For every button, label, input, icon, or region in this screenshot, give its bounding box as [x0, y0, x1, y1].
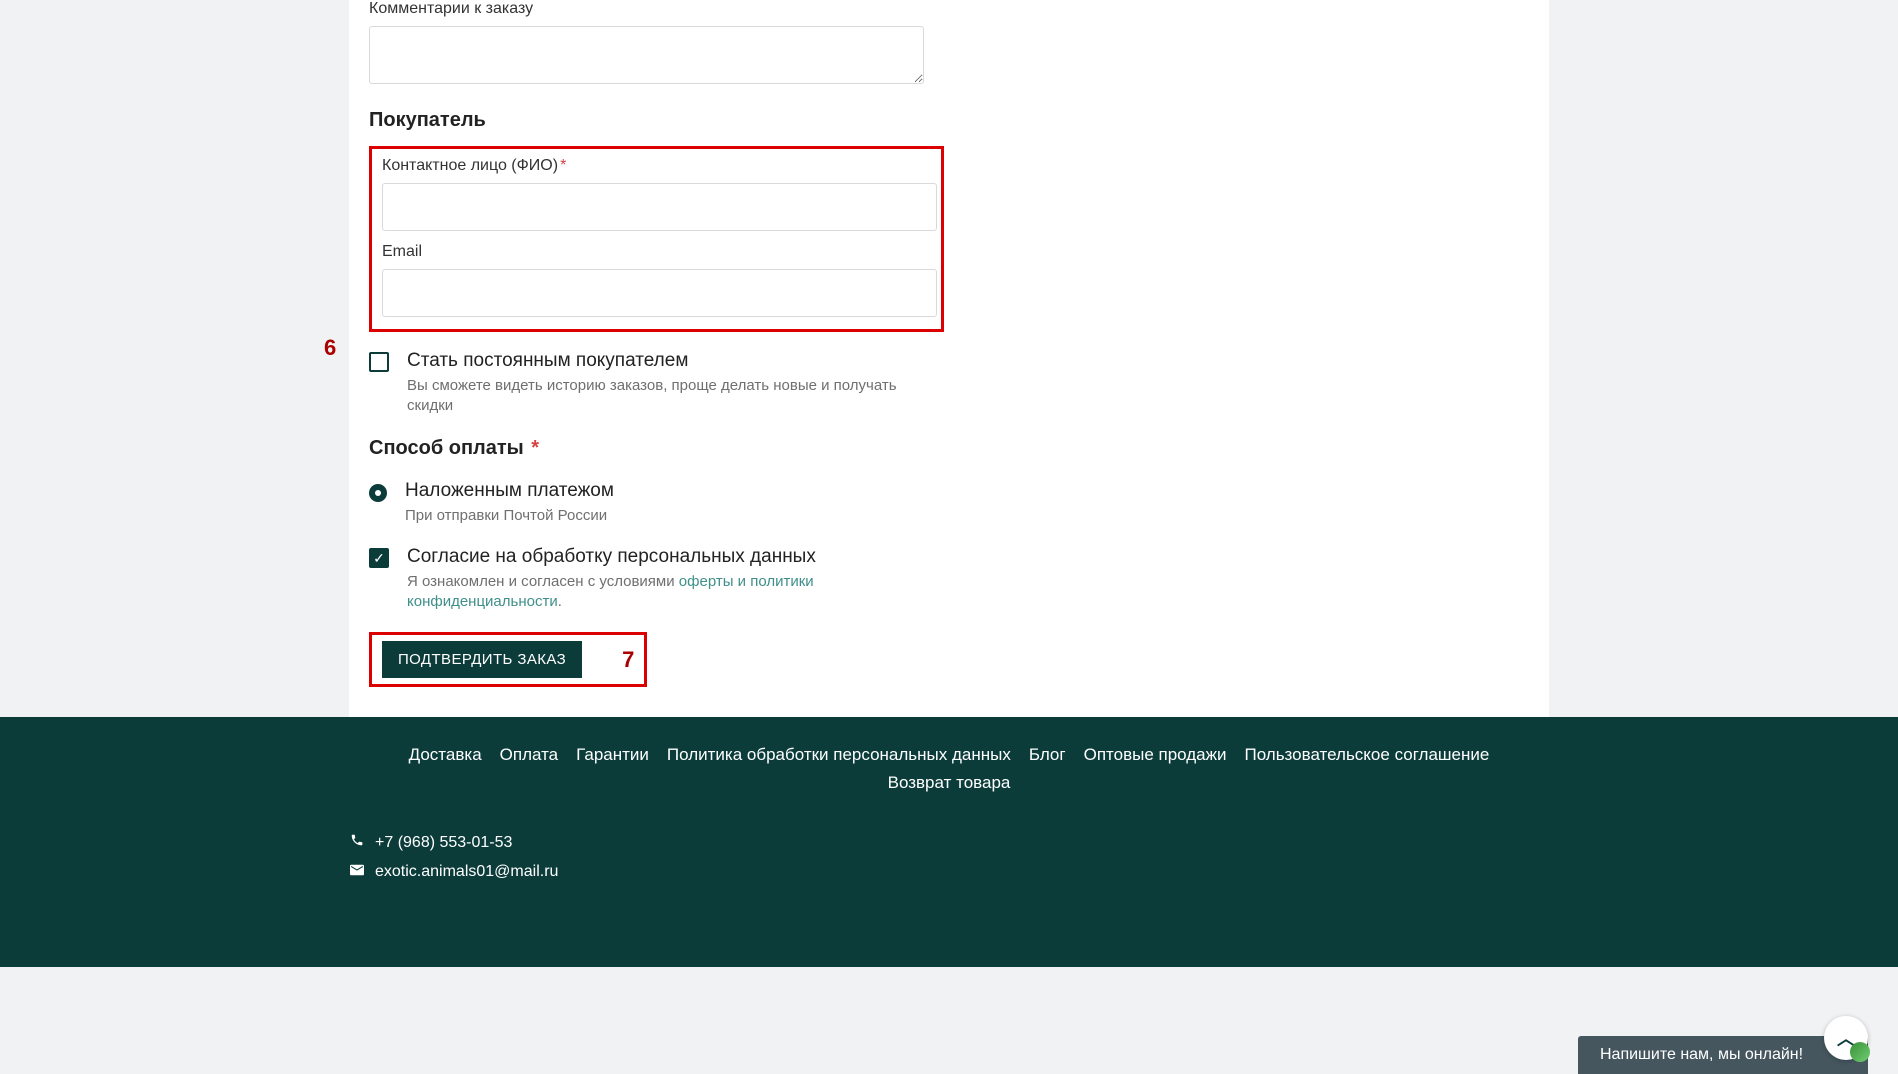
contact-name-label-text: Контактное лицо (ФИО) — [382, 157, 558, 174]
footer-links: Доставка Оплата Гарантии Политика обрабо… — [349, 745, 1549, 793]
become-regular-title: Стать постоянным покупателем — [407, 350, 907, 372]
footer-phone[interactable]: +7 (968) 553-01-53 — [375, 829, 512, 858]
radio-dot-icon — [375, 490, 381, 496]
phone-icon — [349, 829, 365, 858]
check-icon: ✓ — [373, 551, 385, 565]
footer-link-returns[interactable]: Возврат товара — [888, 773, 1011, 793]
footer-email[interactable]: exotic.animals01@mail.ru — [375, 858, 558, 887]
annotation-box-7: ПОДТВЕРДИТЬ ЗАКАЗ 7 — [369, 632, 647, 687]
footer-link-payment[interactable]: Оплата — [500, 745, 558, 765]
payment-cod-radio[interactable] — [369, 484, 387, 502]
required-asterisk: * — [531, 437, 539, 459]
comments-input[interactable] — [369, 26, 924, 84]
scroll-top-button[interactable]: ︿ — [1824, 1016, 1868, 1060]
required-asterisk: * — [560, 157, 566, 174]
become-regular-checkbox[interactable] — [369, 352, 389, 372]
footer: Доставка Оплата Гарантии Политика обрабо… — [0, 717, 1898, 967]
footer-link-delivery[interactable]: Доставка — [409, 745, 482, 765]
footer-link-wholesale[interactable]: Оптовые продажи — [1084, 745, 1227, 765]
annotation-number-7: 7 — [622, 647, 634, 673]
footer-link-agreement[interactable]: Пользовательское соглашение — [1244, 745, 1489, 765]
consent-checkbox[interactable]: ✓ — [369, 548, 389, 568]
payment-heading-text: Способ оплаты — [369, 437, 524, 459]
buyer-heading: Покупатель — [369, 109, 944, 132]
email-label: Email — [382, 243, 931, 261]
email-input[interactable] — [382, 269, 937, 317]
consent-suffix: . — [558, 593, 562, 610]
payment-heading: Способ оплаты * — [369, 437, 944, 460]
submit-order-button[interactable]: ПОДТВЕРДИТЬ ЗАКАЗ — [382, 641, 582, 678]
footer-link-privacy[interactable]: Политика обработки персональных данных — [667, 745, 1011, 765]
mail-icon — [349, 858, 365, 887]
footer-link-blog[interactable]: Блог — [1029, 745, 1066, 765]
annotation-number-6: 6 — [324, 335, 336, 361]
chat-label: Напишите нам, мы онлайн! — [1600, 1046, 1803, 1063]
annotation-box-6: 6 Контактное лицо (ФИО)* Email — [369, 146, 944, 332]
consent-title: Согласие на обработку персональных данны… — [407, 546, 907, 568]
become-regular-desc: Вы сможете видеть историю заказов, проще… — [407, 376, 907, 417]
consent-prefix: Я ознакомлен и согласен с условиями — [407, 573, 679, 590]
footer-link-warranty[interactable]: Гарантии — [576, 745, 649, 765]
status-indicator-icon — [1850, 1042, 1870, 1062]
payment-cod-title: Наложенным платежом — [405, 480, 614, 502]
contact-name-label: Контактное лицо (ФИО)* — [382, 157, 931, 175]
comments-label: Комментарии к заказу — [369, 0, 944, 18]
payment-cod-desc: При отправки Почтой России — [405, 506, 614, 526]
consent-desc: Я ознакомлен и согласен с условиями офер… — [407, 572, 907, 613]
contact-name-input[interactable] — [382, 183, 937, 231]
